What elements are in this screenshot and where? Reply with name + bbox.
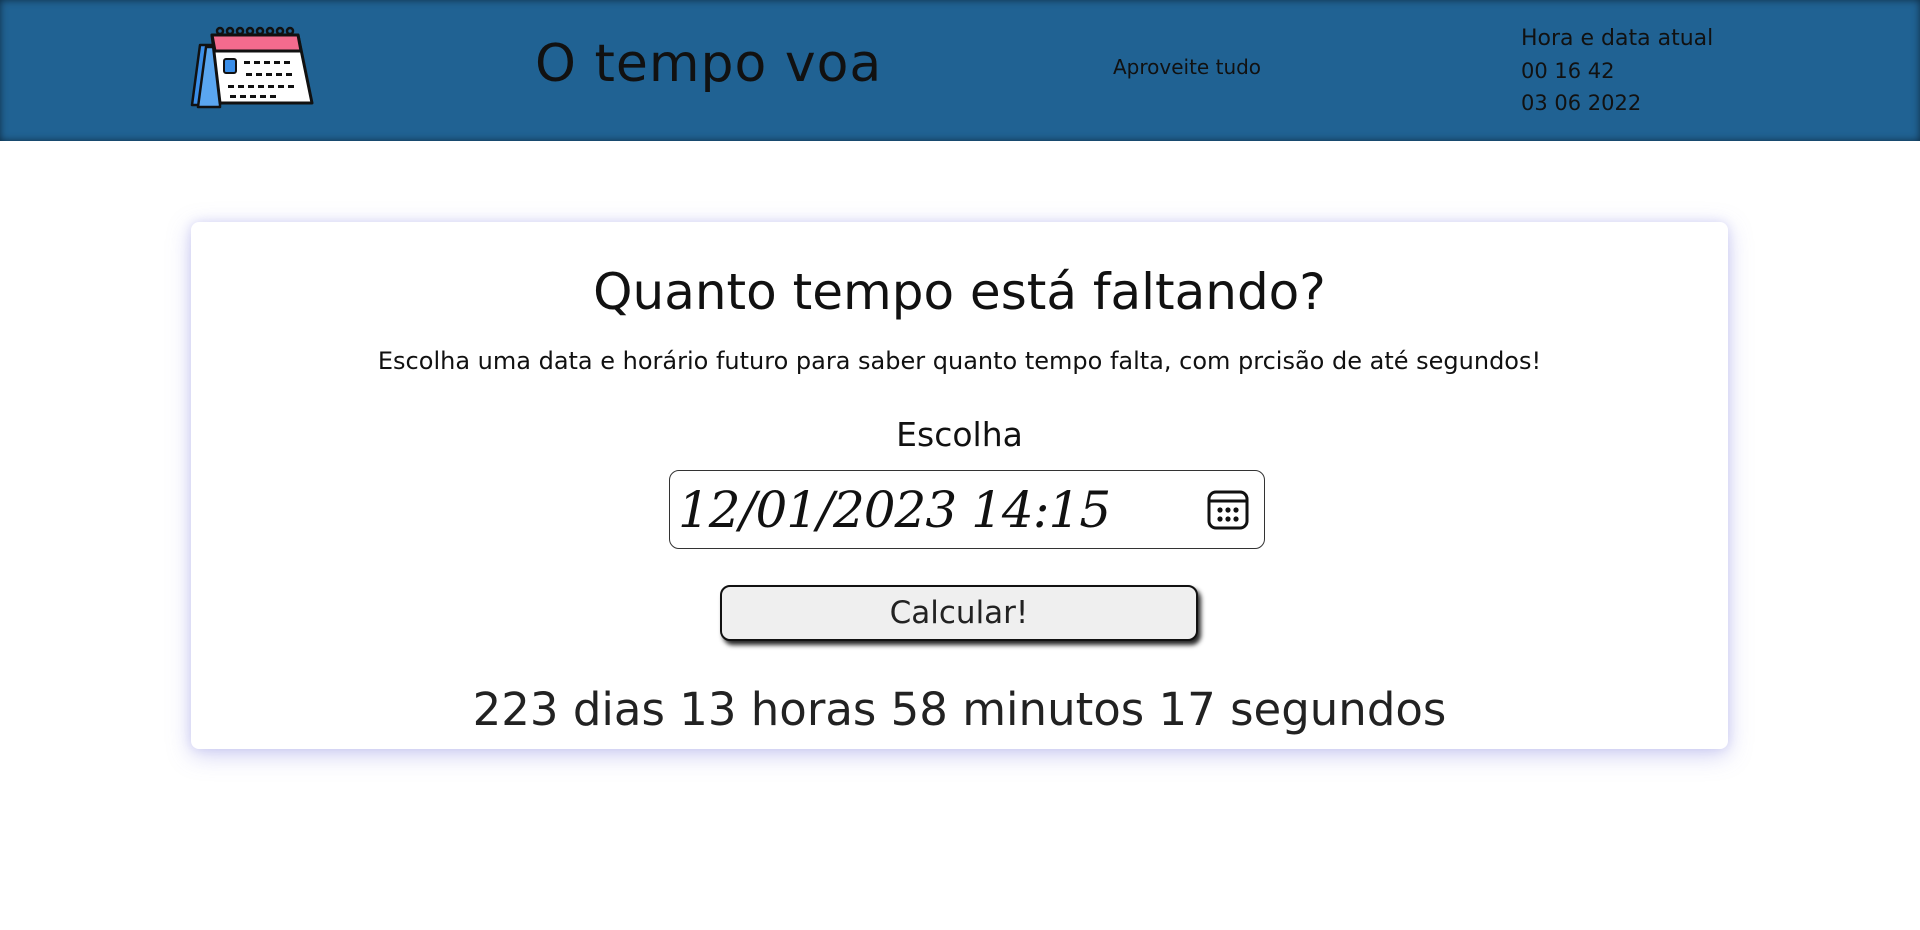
datetime-input-value[interactable]: 12/01/2023 14:15 xyxy=(678,481,1111,539)
calendar-picker-icon[interactable] xyxy=(1206,488,1250,532)
date-field-label: Escolha xyxy=(896,415,1023,454)
countdown-card: Quanto tempo está faltando? Escolha uma … xyxy=(191,222,1728,749)
countdown-result: 223 dias 13 horas 58 minutos 17 segundos xyxy=(472,683,1447,736)
card-title: Quanto tempo está faltando? xyxy=(593,263,1326,321)
site-title: O tempo voa xyxy=(535,34,883,94)
current-clock: Hora e data atual 00 16 42 03 06 2022 xyxy=(1521,23,1713,119)
clock-time: 00 16 42 xyxy=(1521,59,1615,83)
calculate-button[interactable]: Calcular! xyxy=(720,585,1198,641)
tagline: Aproveite tudo xyxy=(1113,55,1262,79)
datetime-input[interactable]: 12/01/2023 14:15 xyxy=(669,470,1265,549)
card-subtitle: Escolha uma data e horário futuro para s… xyxy=(377,347,1542,375)
calendar-icon xyxy=(190,26,314,109)
clock-label: Hora e data atual xyxy=(1521,26,1714,51)
clock-date: 03 06 2022 xyxy=(1521,91,1642,115)
app-header: O tempo voa Aproveite tudo Hora e data a… xyxy=(0,0,1920,141)
